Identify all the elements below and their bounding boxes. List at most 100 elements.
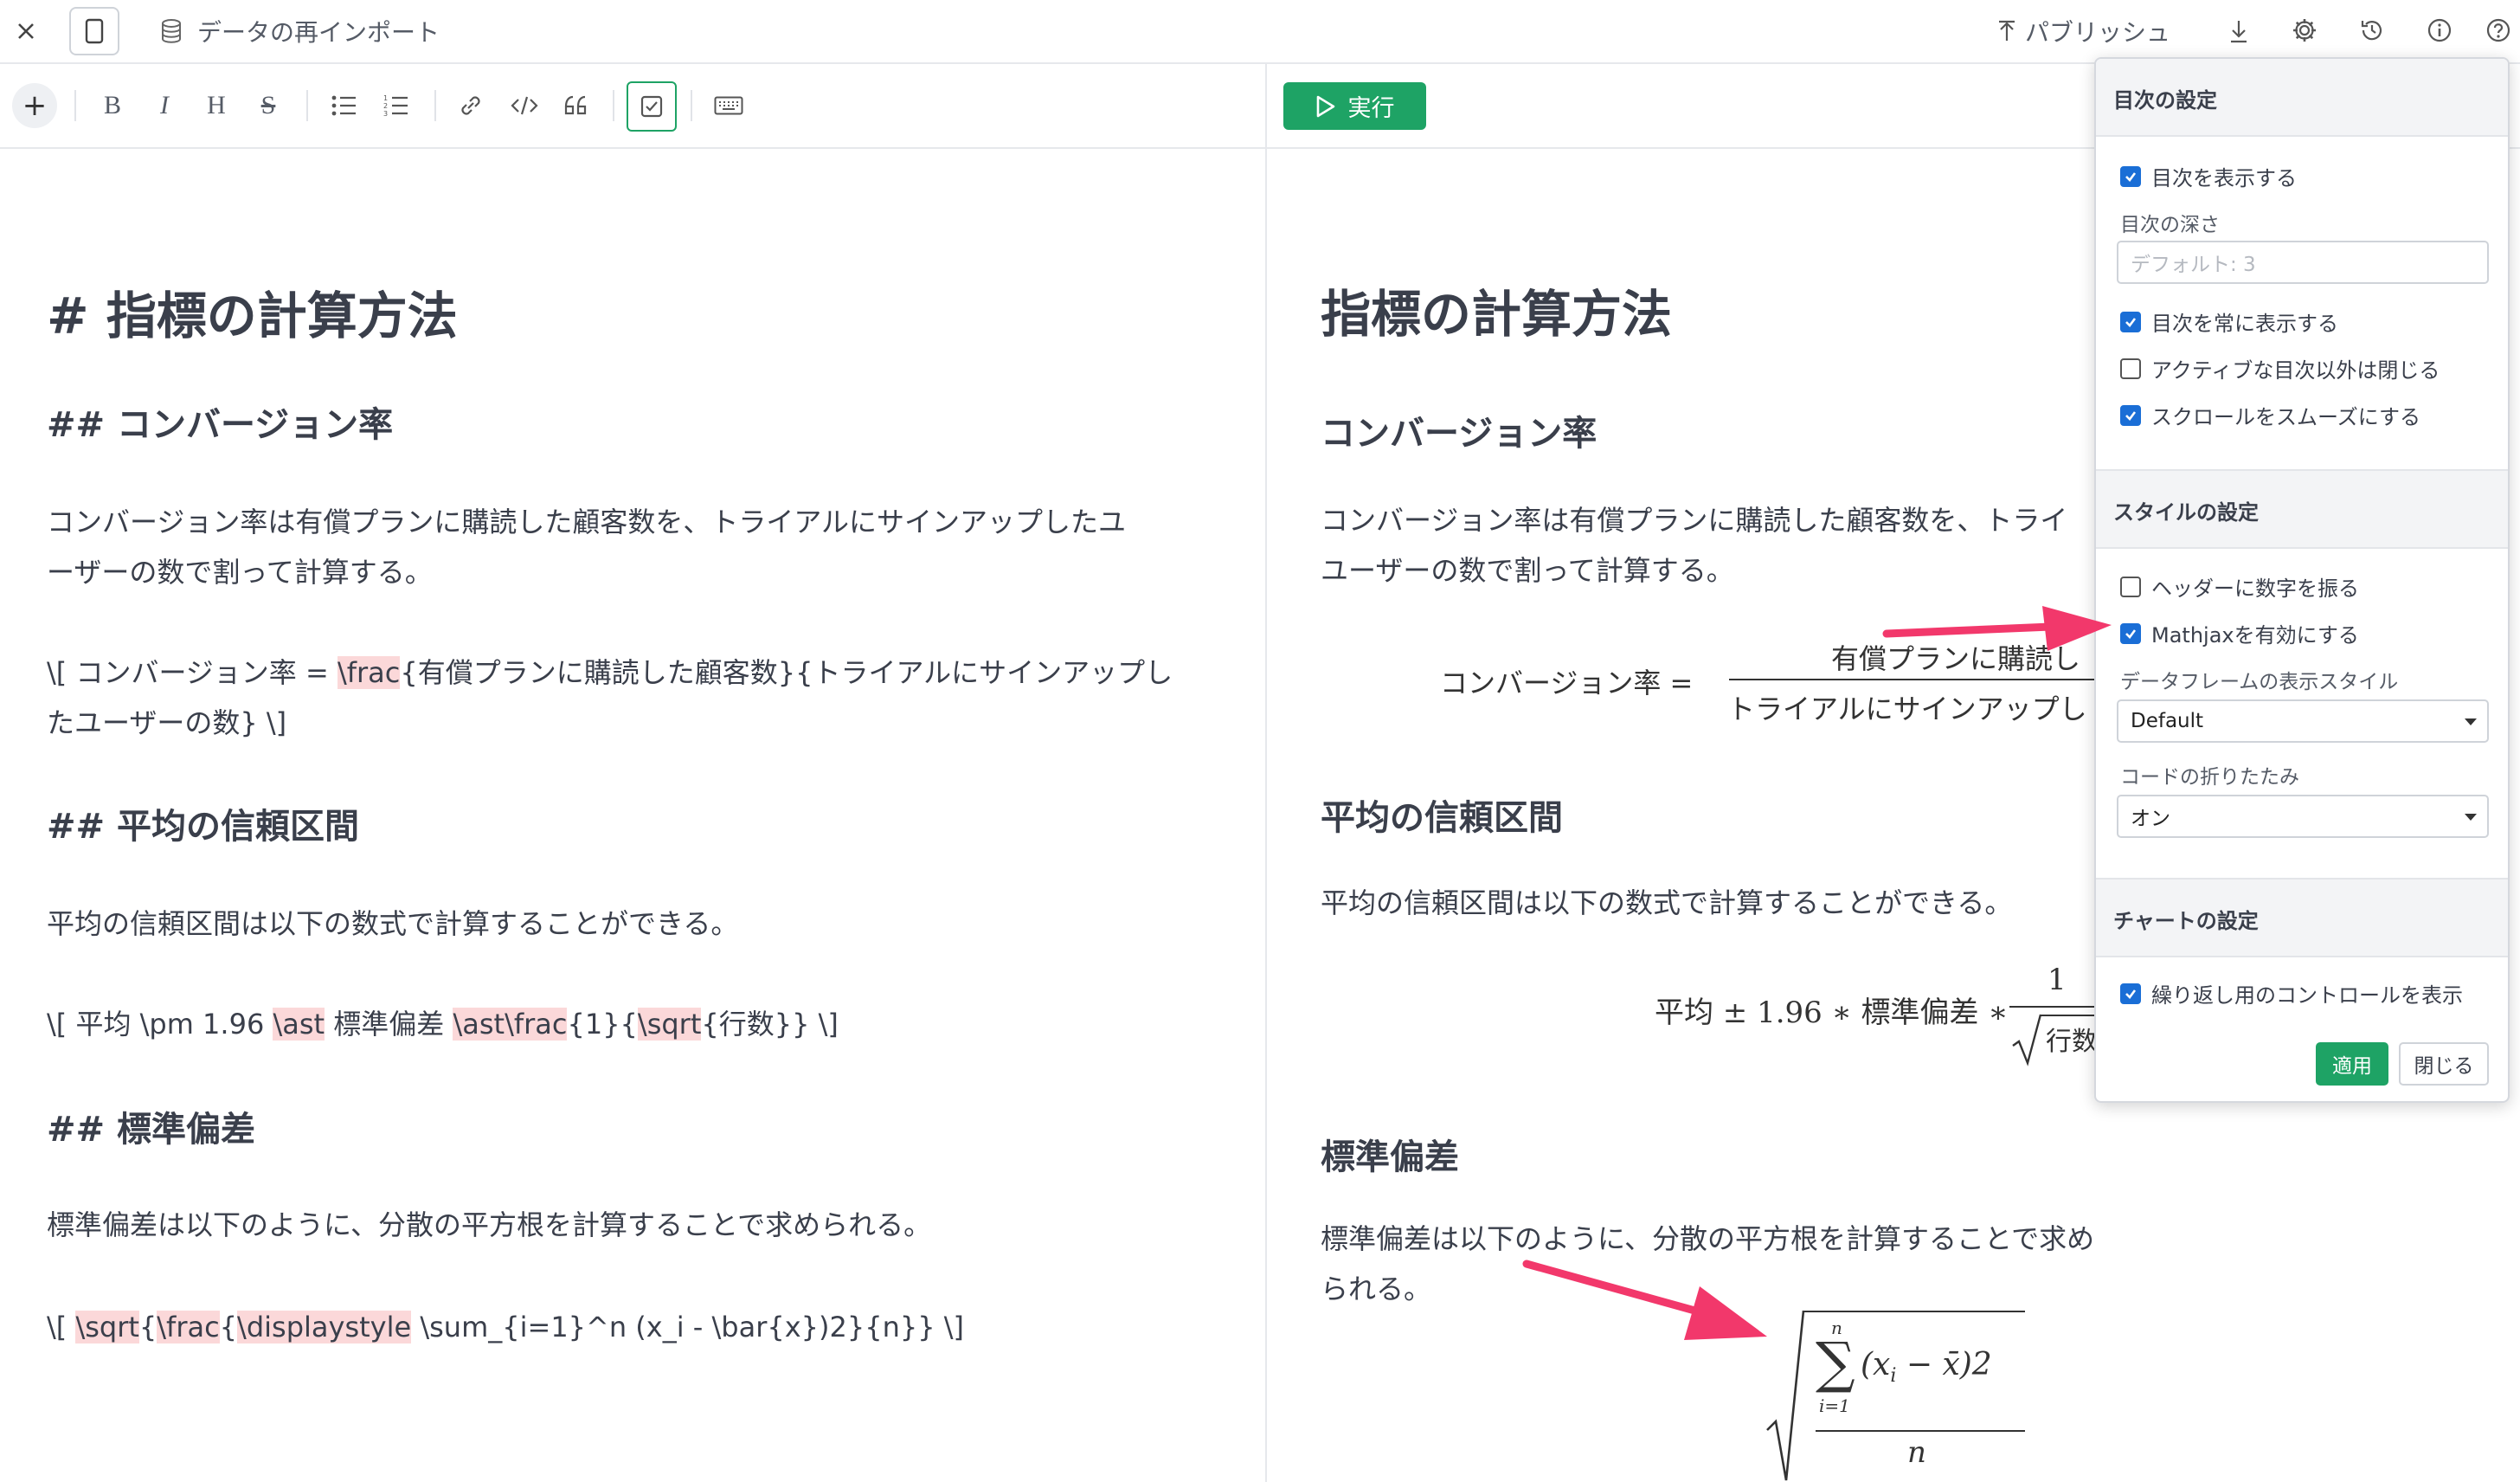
math-text: 標準偏差 <box>325 1008 453 1041</box>
toc-depth-label: 目次の深さ <box>2120 214 2220 236</box>
style-mathjax-checkbox-row[interactable]: Mathjaxを有効にする <box>2120 618 2359 648</box>
sum-lower-limit: i=1 <box>1819 1395 1850 1416</box>
preview-line: ユーザーの数で割って計算する。 <box>1321 554 1734 587</box>
editor-toolbar: + B I H S 123 <box>0 64 1265 149</box>
editor-line: ーザーの数で割って計算する。 <box>47 556 433 589</box>
heading-button[interactable]: H <box>196 85 237 126</box>
add-block-button[interactable]: + <box>12 83 57 128</box>
toc-depth-placeholder: デフォルト: 3 <box>2131 254 2256 276</box>
toc-close-inactive-checkbox-row[interactable]: アクティブな目次以外は閉じる <box>2120 353 2440 383</box>
code-button[interactable] <box>504 85 545 126</box>
strikethrough-button[interactable]: S <box>248 85 289 126</box>
fraction-bar <box>1816 1430 2025 1432</box>
toc-show-checkbox-row[interactable]: 目次を表示する <box>2120 161 2297 191</box>
math-text: \[ コンバージョン率 = <box>47 656 338 689</box>
sqrt-vinculum <box>1803 1311 2025 1312</box>
editor-line: たユーザーの数} \] <box>47 706 287 739</box>
pane-divider[interactable] <box>1265 64 1267 1482</box>
help-icon[interactable] <box>2480 12 2517 48</box>
document-title[interactable]: データの再インポート <box>197 14 440 48</box>
style-section-header: スタイルの設定 <box>2096 469 2508 549</box>
toc-always-checkbox[interactable] <box>2120 311 2141 332</box>
math-denominator: n <box>1907 1435 1926 1470</box>
style-numbering-checkbox[interactable] <box>2120 576 2141 597</box>
check-icon <box>2125 989 2137 999</box>
code-icon <box>511 96 538 115</box>
close-button[interactable]: 閉じる <box>2399 1042 2489 1086</box>
editor-h2-sd: ## 標準偏差 <box>47 1110 255 1150</box>
chart-section-header: チャートの設定 <box>2096 878 2508 957</box>
editor-line: コンバージョン率は有償プランに購読した顧客数を、トライアルにサインアップしたユ <box>47 506 1127 538</box>
dataframe-style-select[interactable]: Default <box>2117 699 2489 743</box>
download-icon[interactable] <box>2222 14 2255 48</box>
preview-h2-sd: 標準偏差 <box>1321 1137 1459 1177</box>
math-text: {有償プランに購読した顧客数}{トライアルにサインアップし <box>400 656 1173 689</box>
toc-section-title: 目次の設定 <box>2113 88 2217 113</box>
quote-button[interactable] <box>556 85 597 126</box>
preview-h2-ci: 平均の信頼区間 <box>1321 798 1563 838</box>
toc-smooth-checkbox-row[interactable]: スクロールをスムーズにする <box>2120 400 2420 430</box>
toc-depth-input[interactable]: デフォルト: 3 <box>2117 241 2489 284</box>
math-command-highlight: \ast <box>273 1008 325 1041</box>
math-text: − x̄)2 <box>1896 1347 1992 1382</box>
sum-icon: ∑ <box>1816 1331 1855 1395</box>
code-fold-select[interactable]: オン <box>2117 795 2489 838</box>
bold-button[interactable]: B <box>92 85 133 126</box>
bullet-list-button[interactable] <box>324 85 365 126</box>
style-section-title: スタイルの設定 <box>2113 500 2259 525</box>
math-text: { <box>138 1311 158 1343</box>
link-button[interactable] <box>450 85 492 126</box>
style-mathjax-checkbox[interactable] <box>2120 622 2141 644</box>
math-text: \sum_{i=1}^n (x_i - \bar{x})2}{n}} \] <box>411 1311 965 1343</box>
math-command-highlight: \sqrt <box>637 1008 702 1041</box>
upload-icon <box>1994 16 2020 47</box>
checkbox-button[interactable] <box>627 81 677 132</box>
math-text: {1}{ <box>567 1008 638 1041</box>
style-numbering-checkbox-row[interactable]: ヘッダーに数字を振る <box>2120 571 2359 602</box>
math-command-highlight: \frac <box>505 1008 568 1041</box>
math-numerator: 1 <box>2048 963 2067 997</box>
toc-always-checkbox-row[interactable]: 目次を常に表示する <box>2120 306 2338 337</box>
run-button[interactable]: 実行 <box>1283 82 1426 130</box>
chart-controls-checkbox-row[interactable]: 繰り返し用のコントロールを表示 <box>2120 978 2463 1008</box>
publish-button[interactable]: パブリッシュ <box>2025 14 2170 48</box>
math-text: { <box>219 1311 238 1343</box>
toc-show-checkbox[interactable] <box>2120 165 2141 187</box>
italic-button[interactable]: I <box>144 85 185 126</box>
editor-paragraph-conversion: コンバージョン率は有償プランに購読した顧客数を、トライアルにサインアップしたユ … <box>47 497 1206 597</box>
preview-line: コンバージョン率は有償プランに購読した顧客数を、トライ <box>1321 504 2068 537</box>
math-text: \[ 平均 \pm 1.96 <box>47 1008 273 1041</box>
fraction-bar <box>1729 679 2101 680</box>
preview-math-ci: 平均 ± 1.96 ∗ 標準偏差 ∗ 1 行数 <box>1655 963 2105 1066</box>
toc-close-inactive-checkbox[interactable] <box>2120 358 2141 379</box>
sqrt-radical-icon <box>2012 1014 2042 1066</box>
code-fold-label: コードの折りたたみ <box>2120 766 2299 789</box>
fraction-bar <box>2009 1006 2105 1008</box>
info-icon[interactable] <box>2421 12 2458 48</box>
gear-icon[interactable] <box>2286 12 2323 48</box>
apply-button[interactable]: 適用 <box>2316 1042 2388 1086</box>
close-icon[interactable] <box>9 14 43 48</box>
history-icon[interactable] <box>2354 12 2390 48</box>
math-command-highlight: \frac <box>157 1311 220 1343</box>
settings-popover: 目次の設定 目次を表示する 目次の深さ デフォルト: 3 目次を常に表示する ア… <box>2094 57 2510 1103</box>
toolbar-divider <box>434 90 436 121</box>
editor-line: \[ コンバージョン率 = \frac{有償プランに購読した顧客数}{トライアル… <box>47 648 1206 698</box>
editor-h2-ci: ## 平均の信頼区間 <box>47 807 359 847</box>
toc-smooth-checkbox[interactable] <box>2120 404 2141 426</box>
keyboard-button[interactable] <box>708 85 749 126</box>
checkbox-icon <box>640 95 663 118</box>
panel-toggle-icon[interactable] <box>69 7 119 55</box>
numbered-list-button[interactable]: 123 <box>376 85 417 126</box>
toolbar-divider <box>613 90 614 121</box>
toc-smooth-label: スクロールをスムーズにする <box>2151 405 2421 429</box>
chevron-down-icon <box>2465 718 2477 725</box>
check-icon <box>2125 628 2137 639</box>
math-denominator: トライアルにサインアップし <box>1727 693 2087 725</box>
toc-section-header: 目次の設定 <box>2096 59 2508 137</box>
quote-icon <box>564 95 587 115</box>
dataframe-style-value: Default <box>2131 710 2204 732</box>
chart-controls-checkbox[interactable] <box>2120 983 2141 1004</box>
toc-close-inactive-label: アクティブな目次以外は閉じる <box>2151 358 2440 383</box>
chart-controls-label: 繰り返し用のコントロールを表示 <box>2151 983 2463 1008</box>
